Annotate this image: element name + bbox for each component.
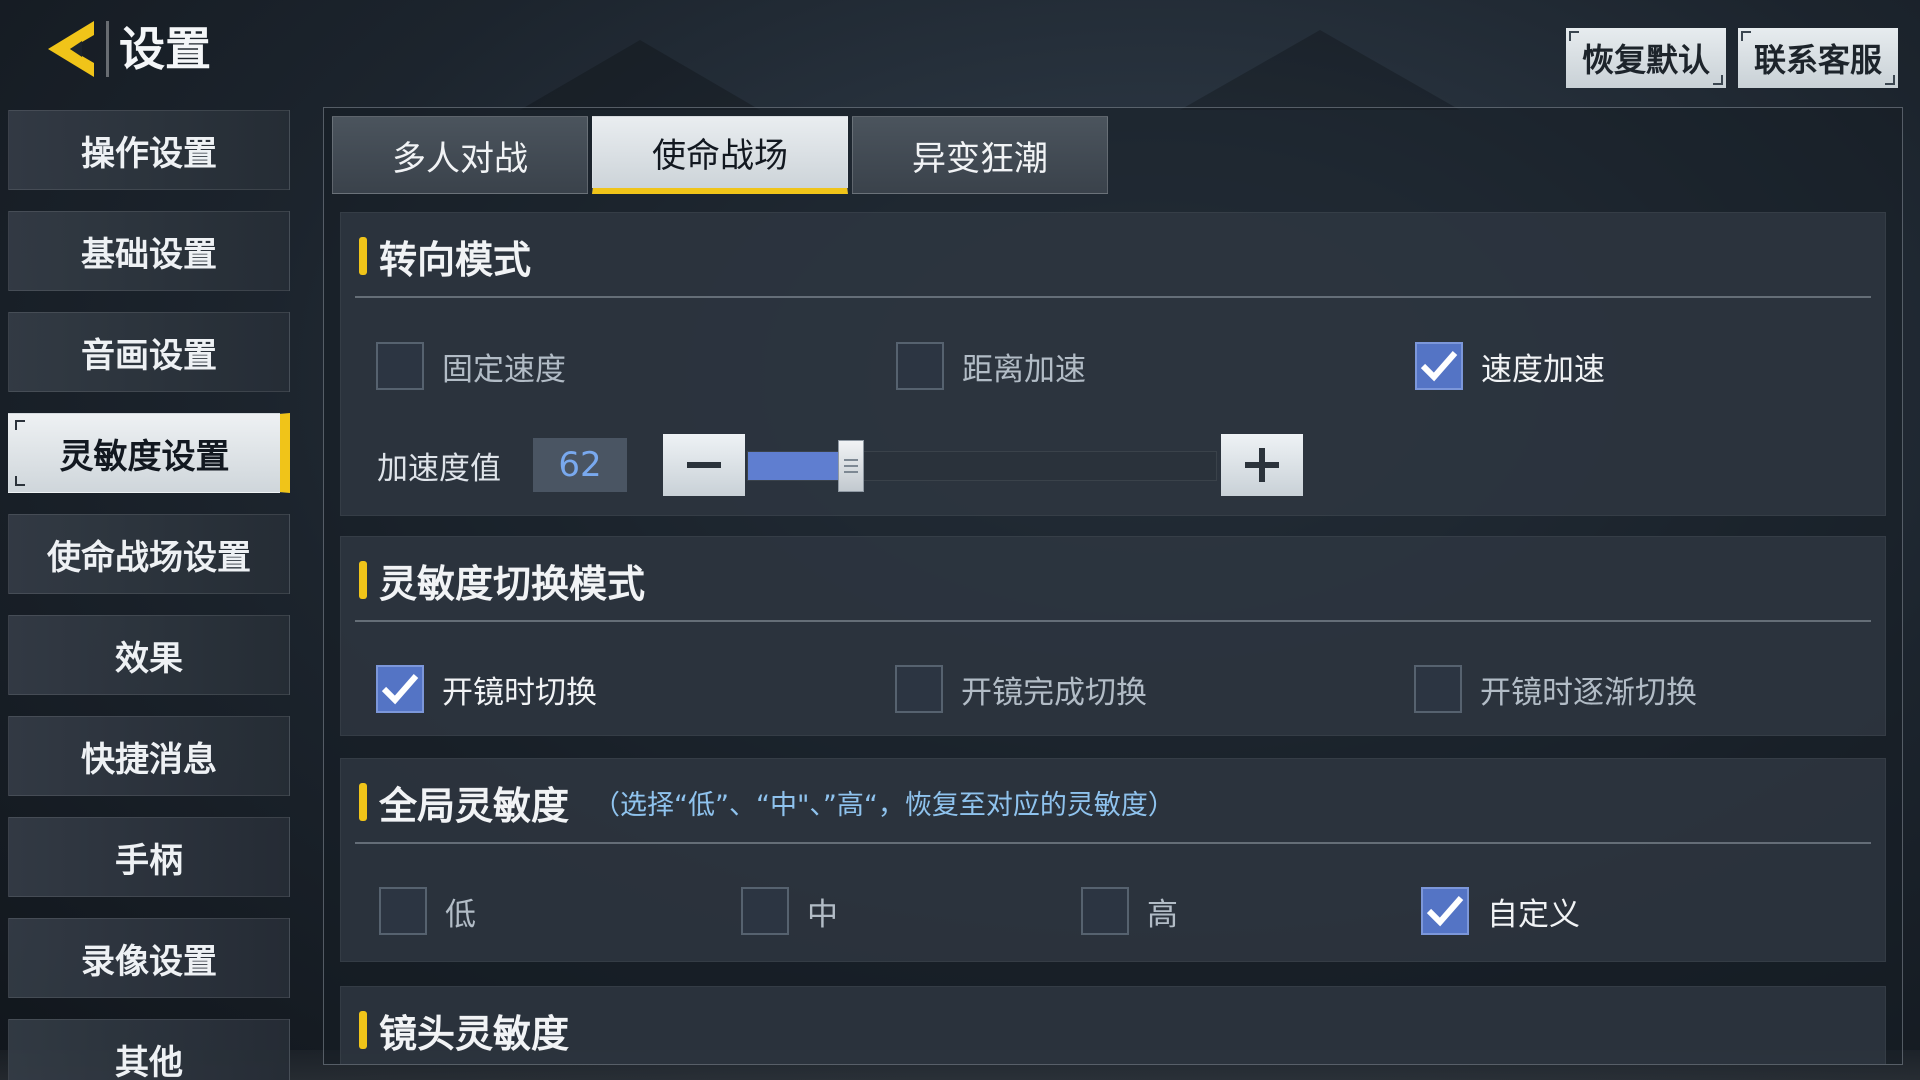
divider (355, 842, 1871, 844)
section-global-sensitivity: 全局灵敏度 （选择“低”、“中"、”高“，恢复至对应的灵敏度） 低 中 高 自定… (340, 758, 1886, 962)
option-switch-on-scope[interactable]: 开镜时切换 (376, 665, 597, 713)
minus-icon (687, 462, 721, 468)
option-label: 自定义 (1487, 896, 1580, 933)
divider (355, 296, 1871, 298)
back-button[interactable] (40, 17, 100, 81)
slider-thumb[interactable] (838, 440, 864, 492)
check-icon (381, 674, 419, 705)
checkbox[interactable] (1415, 342, 1463, 390)
option-label: 距离加速 (962, 351, 1086, 388)
tab-zombies[interactable]: 异变狂潮 (852, 116, 1108, 194)
sidebar-item-recording[interactable]: 录像设置 (8, 918, 290, 998)
restore-default-button[interactable]: 恢复默认 (1565, 28, 1726, 88)
checkbox[interactable] (376, 342, 424, 390)
option-switch-gradual[interactable]: 开镜时逐渐切换 (1414, 665, 1697, 713)
sidebar-item-sensitivity[interactable]: 灵敏度设置 (8, 413, 290, 493)
accel-label: 加速度值 (377, 451, 501, 487)
tab-battle-royale[interactable]: 使命战场 (592, 116, 848, 194)
checkbox[interactable] (896, 342, 944, 390)
increase-button[interactable] (1221, 434, 1303, 496)
section-scope-sensitivity: 镜头灵敏度 (340, 986, 1886, 1064)
checkbox[interactable] (895, 665, 943, 713)
option-label: 开镜时切换 (442, 674, 597, 711)
accel-slider[interactable] (747, 440, 1217, 492)
sidebar-item-effects[interactable]: 效果 (8, 615, 290, 695)
slider-fill (748, 452, 842, 480)
top-actions: 恢复默认 联系客服 (1565, 28, 1898, 88)
section-title: 灵敏度切换模式 (379, 561, 646, 606)
checkbox[interactable] (376, 665, 424, 713)
option-label: 开镜完成切换 (961, 674, 1147, 711)
check-icon (1426, 896, 1464, 927)
section-marker (359, 783, 367, 821)
option-label: 速度加速 (1481, 351, 1605, 388)
sidebar-item-controls[interactable]: 操作设置 (8, 110, 290, 190)
option-low[interactable]: 低 (379, 887, 476, 935)
option-high[interactable]: 高 (1081, 887, 1178, 935)
back-arrow-icon (48, 21, 94, 77)
section-turn-mode: 转向模式 固定速度 距离加速 速度加速 加速度值 62 (340, 212, 1886, 516)
section-marker (359, 1011, 367, 1049)
checkbox[interactable] (1081, 887, 1129, 935)
option-label: 中 (807, 896, 838, 933)
tab-multiplayer[interactable]: 多人对战 (332, 116, 588, 194)
option-label: 低 (445, 896, 476, 933)
option-medium[interactable]: 中 (741, 887, 838, 935)
section-marker (359, 561, 367, 599)
decrease-button[interactable] (663, 434, 745, 496)
contact-support-button[interactable]: 联系客服 (1737, 28, 1898, 88)
sidebar: 操作设置 基础设置 音画设置 灵敏度设置 使命战场设置 效果 快捷消息 手柄 录… (8, 110, 290, 1080)
checkbox[interactable] (1414, 665, 1462, 713)
option-fixed-speed[interactable]: 固定速度 (376, 342, 566, 390)
section-marker (359, 237, 367, 275)
page-title: 设置 (106, 21, 211, 77)
plus-icon (1245, 448, 1279, 482)
accel-value[interactable]: 62 (533, 438, 627, 492)
option-custom[interactable]: 自定义 (1421, 887, 1580, 935)
sidebar-item-other[interactable]: 其他 (8, 1019, 290, 1080)
mode-tabs: 多人对战 使命战场 异变狂潮 (332, 116, 1108, 194)
section-title: 全局灵敏度 (379, 783, 570, 828)
header: 设置 (40, 14, 211, 84)
section-switch-mode: 灵敏度切换模式 开镜时切换 开镜完成切换 开镜时逐渐切换 (340, 536, 1886, 736)
option-speed-accel[interactable]: 速度加速 (1415, 342, 1605, 390)
sidebar-item-basic[interactable]: 基础设置 (8, 211, 290, 291)
checkbox[interactable] (741, 887, 789, 935)
section-title: 转向模式 (379, 237, 532, 282)
section-note: （选择“低”、“中"、”高“，恢复至对应的灵敏度） (593, 789, 1175, 821)
option-distance-accel[interactable]: 距离加速 (896, 342, 1086, 390)
checkbox[interactable] (1421, 887, 1469, 935)
sidebar-item-controller[interactable]: 手柄 (8, 817, 290, 897)
sidebar-item-battle-royale[interactable]: 使命战场设置 (8, 514, 290, 594)
sidebar-item-audio-video[interactable]: 音画设置 (8, 312, 290, 392)
check-icon (1420, 351, 1458, 382)
sidebar-item-quick-messages[interactable]: 快捷消息 (8, 716, 290, 796)
option-switch-after-scope[interactable]: 开镜完成切换 (895, 665, 1147, 713)
section-title: 镜头灵敏度 (379, 1011, 570, 1056)
option-label: 高 (1147, 896, 1178, 933)
option-label: 固定速度 (442, 351, 566, 388)
main-panel: 多人对战 使命战场 异变狂潮 转向模式 固定速度 距离加速 速度加速 加速度值 … (323, 107, 1903, 1065)
option-label: 开镜时逐渐切换 (1480, 674, 1697, 711)
checkbox[interactable] (379, 887, 427, 935)
divider (355, 620, 1871, 622)
